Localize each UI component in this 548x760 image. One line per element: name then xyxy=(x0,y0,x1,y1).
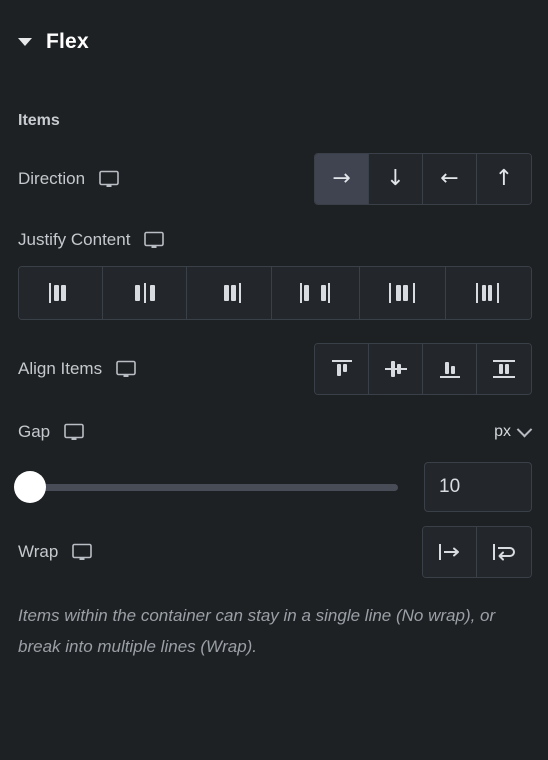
align-items-button-group xyxy=(314,343,532,395)
monitor-icon[interactable] xyxy=(116,360,136,378)
direction-option-row[interactable]: → xyxy=(315,154,369,204)
wrap-label: Wrap xyxy=(18,542,59,561)
wrap-description: Items within the container can stay in a… xyxy=(18,606,496,657)
caret-down-icon[interactable] xyxy=(18,38,32,46)
justify-space-around-icon xyxy=(386,280,418,306)
justify-content-label-wrap: Justify Content xyxy=(18,230,165,250)
arrow-down-icon: ↓ xyxy=(386,166,405,191)
justify-option-space-around[interactable] xyxy=(359,267,446,319)
gap-slider-track[interactable] xyxy=(14,483,398,491)
wrap-button-group xyxy=(422,526,532,578)
align-option-flex-end[interactable] xyxy=(423,344,477,394)
gap-label: Gap xyxy=(18,422,51,441)
direction-label-wrap: Direction xyxy=(18,169,119,189)
direction-row: Direction → ↓ ← ↑ xyxy=(0,152,548,206)
wrap-row: Wrap xyxy=(0,512,548,578)
align-items-row: Align Items xyxy=(0,342,548,396)
flex-settings-panel: Flex Items Direction → ↓ ← ↑ Justify Con… xyxy=(0,0,548,760)
arrow-left-icon: ← xyxy=(440,166,459,191)
gap-slider-thumb[interactable] xyxy=(14,471,46,503)
align-end-icon xyxy=(436,356,464,382)
no-wrap-icon xyxy=(435,540,465,564)
chevron-down-icon xyxy=(516,421,533,437)
align-center-icon xyxy=(382,356,410,382)
arrow-up-icon: ↑ xyxy=(494,166,514,191)
gap-value-input[interactable] xyxy=(424,462,532,512)
direction-option-column[interactable]: ↓ xyxy=(369,154,423,204)
align-option-center[interactable] xyxy=(369,344,423,394)
align-items-label-wrap: Align Items xyxy=(18,359,136,379)
align-start-icon xyxy=(328,356,356,382)
direction-option-row-reverse[interactable]: ← xyxy=(423,154,477,204)
monitor-icon[interactable] xyxy=(64,423,84,441)
direction-button-group: → ↓ ← ↑ xyxy=(314,153,532,205)
gap-unit-label: px xyxy=(494,423,511,440)
section-header[interactable]: Flex xyxy=(0,0,548,60)
monitor-icon[interactable] xyxy=(99,170,119,188)
justify-start-icon xyxy=(46,280,76,306)
items-heading: Items xyxy=(18,112,60,129)
monitor-icon[interactable] xyxy=(144,231,165,249)
justify-content-label: Justify Content xyxy=(18,230,131,249)
justify-end-icon xyxy=(214,280,244,306)
wrap-icon xyxy=(489,540,519,564)
align-option-flex-start[interactable] xyxy=(315,344,369,394)
justify-option-center[interactable] xyxy=(103,267,188,319)
wrap-option-nowrap[interactable] xyxy=(423,527,477,577)
justify-option-flex-end[interactable] xyxy=(187,267,272,319)
justify-content-row xyxy=(0,260,548,320)
monitor-icon[interactable] xyxy=(72,543,93,561)
align-option-stretch[interactable] xyxy=(477,344,531,394)
gap-slider[interactable] xyxy=(14,467,398,507)
gap-slider-row xyxy=(0,452,548,512)
direction-option-column-reverse[interactable]: ↑ xyxy=(477,154,531,204)
section-title: Flex xyxy=(46,30,89,53)
justify-space-between-icon xyxy=(298,280,332,306)
arrow-right-icon: → xyxy=(332,166,351,191)
wrap-label-wrap: Wrap xyxy=(18,542,93,562)
justify-center-icon xyxy=(130,280,160,306)
gap-label-wrap: Gap xyxy=(18,422,84,442)
justify-option-space-between[interactable] xyxy=(271,267,360,319)
align-items-label: Align Items xyxy=(18,359,103,378)
justify-option-space-evenly[interactable] xyxy=(445,267,531,319)
justify-option-flex-start[interactable] xyxy=(19,267,104,319)
justify-content-button-group xyxy=(18,266,532,320)
justify-content-label-row: Justify Content xyxy=(0,220,548,260)
justify-space-evenly-icon xyxy=(472,280,504,306)
wrap-option-wrap[interactable] xyxy=(477,527,531,577)
direction-label: Direction xyxy=(18,169,86,188)
align-stretch-icon xyxy=(490,356,518,382)
gap-label-row: Gap px xyxy=(0,412,548,452)
gap-unit-select[interactable]: px xyxy=(494,421,533,441)
